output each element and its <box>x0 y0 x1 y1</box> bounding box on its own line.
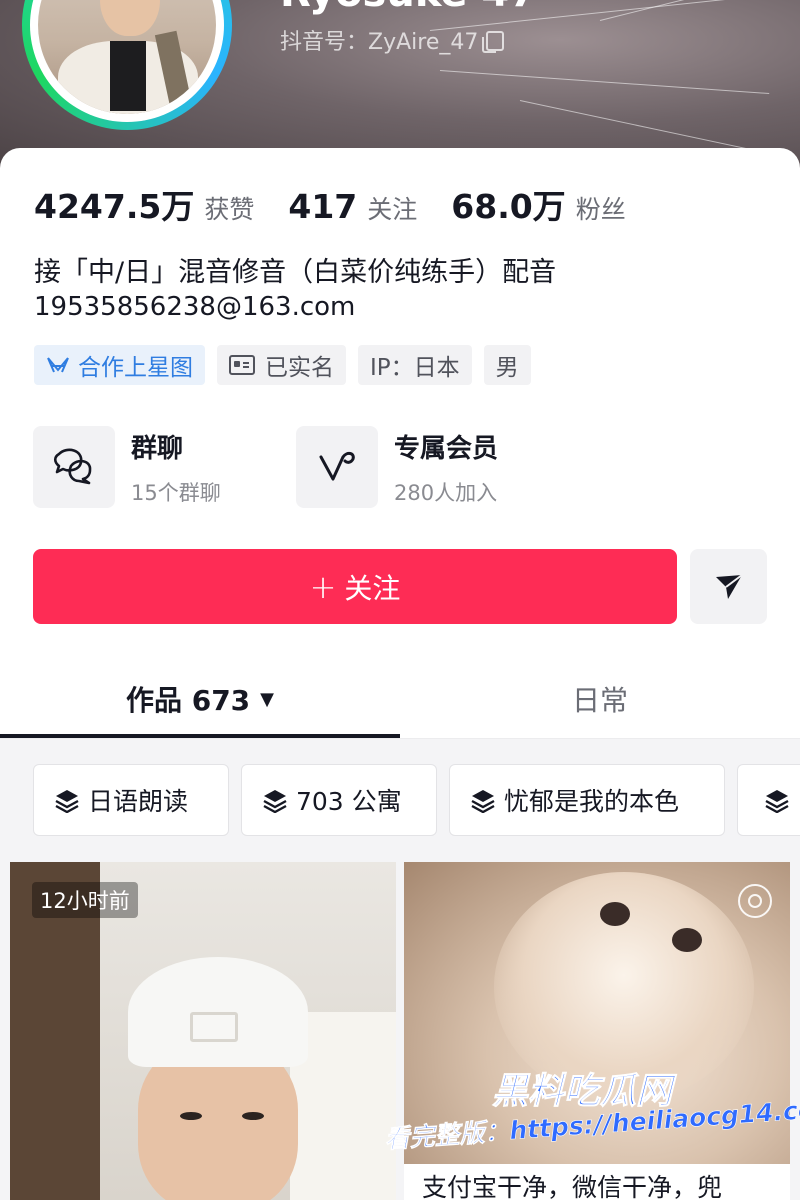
followers-label[interactable]: 粉丝 <box>576 190 626 226</box>
profile-nickname: Ryosuke 47 <box>280 0 537 16</box>
follow-button-label: 关注 <box>344 571 401 605</box>
layers-icon <box>263 790 287 813</box>
douyin-id-text: 抖音号：ZyAire_47 <box>280 30 479 55</box>
thumbnail-eye <box>242 1112 264 1120</box>
group-chat-title: 群聊 <box>131 433 184 464</box>
gender-tag: 男 <box>483 345 531 385</box>
collection-chip-partial[interactable] <box>737 764 800 836</box>
membership-entry[interactable]: 专属会员 280人加入 <box>296 426 498 508</box>
tab-daily[interactable]: 日常 <box>400 664 800 734</box>
copy-icon[interactable] <box>482 31 505 53</box>
followers-count[interactable]: 68.0万 <box>451 180 565 228</box>
v-membership-icon <box>296 426 378 508</box>
star-map-tag[interactable]: 合作上星图 <box>34 345 205 385</box>
verified-label: 已实名 <box>265 355 334 381</box>
caret-down-icon[interactable]: ▼ <box>260 689 274 710</box>
verified-tag[interactable]: 已实名 <box>217 345 346 385</box>
likes-count[interactable]: 4247.5万 <box>34 180 194 228</box>
group-chat-count: 15个群聊 <box>131 480 221 505</box>
live-photo-icon <box>738 884 772 918</box>
video-caption: 支付宝干净，微信干净，兜 <box>404 1164 790 1200</box>
profile-stats: 4247.5万 获赞 417 关注 68.0万 粉丝 <box>34 180 660 228</box>
share-button[interactable] <box>690 549 767 624</box>
collection-chip-label: 703 公寓 <box>296 787 402 816</box>
tab-works[interactable]: 作品 673 ▼ <box>0 664 400 734</box>
thumbnail-cat-eye <box>672 928 702 952</box>
content-tabs: 作品 673 ▼ 日常 <box>0 664 800 740</box>
avatar[interactable] <box>38 0 216 114</box>
membership-title: 专属会员 <box>394 433 499 464</box>
collection-chip[interactable]: 703 公寓 <box>241 764 437 836</box>
layers-icon <box>765 790 789 813</box>
avatar-tee <box>110 41 146 111</box>
star-map-label: 合作上星图 <box>78 355 193 381</box>
following-label[interactable]: 关注 <box>367 190 417 226</box>
cat-whisker <box>439 70 770 95</box>
thumbnail-eye <box>180 1112 202 1120</box>
tab-works-label: 作品 673 <box>125 684 251 717</box>
id-card-icon <box>229 355 255 375</box>
following-count[interactable]: 417 <box>288 187 357 226</box>
collection-chip-label: 忧郁是我的本色 <box>504 787 680 816</box>
cat-whisker <box>599 0 800 21</box>
gender-label: 男 <box>495 355 519 381</box>
layers-icon <box>55 790 79 813</box>
star-map-icon <box>47 357 69 373</box>
collection-chip-label: 日语朗读 <box>88 787 189 816</box>
membership-count: 280人加入 <box>394 480 498 505</box>
thumbnail-cat-eye <box>600 902 630 926</box>
ip-location-tag: IP：日本 <box>358 345 472 385</box>
profile-tags: 合作上星图 已实名 IP：日本 男 <box>34 345 531 385</box>
thumbnail-cap-strap <box>190 1012 238 1042</box>
plus-icon: + <box>309 567 337 606</box>
collection-chip[interactable]: 忧郁是我的本色 <box>449 764 725 836</box>
follow-button[interactable]: + 关注 <box>33 549 677 624</box>
collection-chip[interactable]: 日语朗读 <box>33 764 229 836</box>
avatar-face <box>100 0 160 36</box>
tab-daily-label: 日常 <box>571 684 628 717</box>
group-chat-entry[interactable]: 群聊 15个群聊 <box>33 426 221 508</box>
douyin-id[interactable]: 抖音号：ZyAire_47 <box>280 24 505 56</box>
video-time-badge: 12小时前 <box>32 882 138 918</box>
chat-bubbles-icon <box>33 426 115 508</box>
video-thumbnail[interactable]: 12小时前 <box>10 862 396 1200</box>
paper-plane-icon <box>715 573 743 599</box>
profile-email: 19535856238@163.com <box>34 292 356 322</box>
ip-location-label: IP：日本 <box>370 355 460 381</box>
layers-icon <box>471 790 495 813</box>
likes-label[interactable]: 获赞 <box>204 190 254 226</box>
profile-bio: 接「中/日」混音修音（白菜价纯练手）配音 <box>34 257 557 288</box>
